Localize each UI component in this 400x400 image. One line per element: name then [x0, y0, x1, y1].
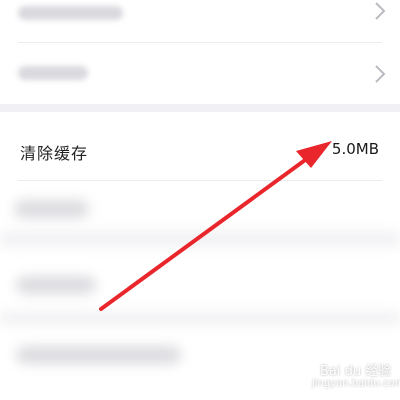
watermark-logo: Bai du 经验 jingyan.baidu.com: [276, 356, 400, 396]
arrow-annotation-icon: [99, 141, 332, 311]
watermark-url: jingyan.baidu.com: [312, 378, 400, 389]
watermark-brand: Bai du 经验: [320, 364, 392, 379]
